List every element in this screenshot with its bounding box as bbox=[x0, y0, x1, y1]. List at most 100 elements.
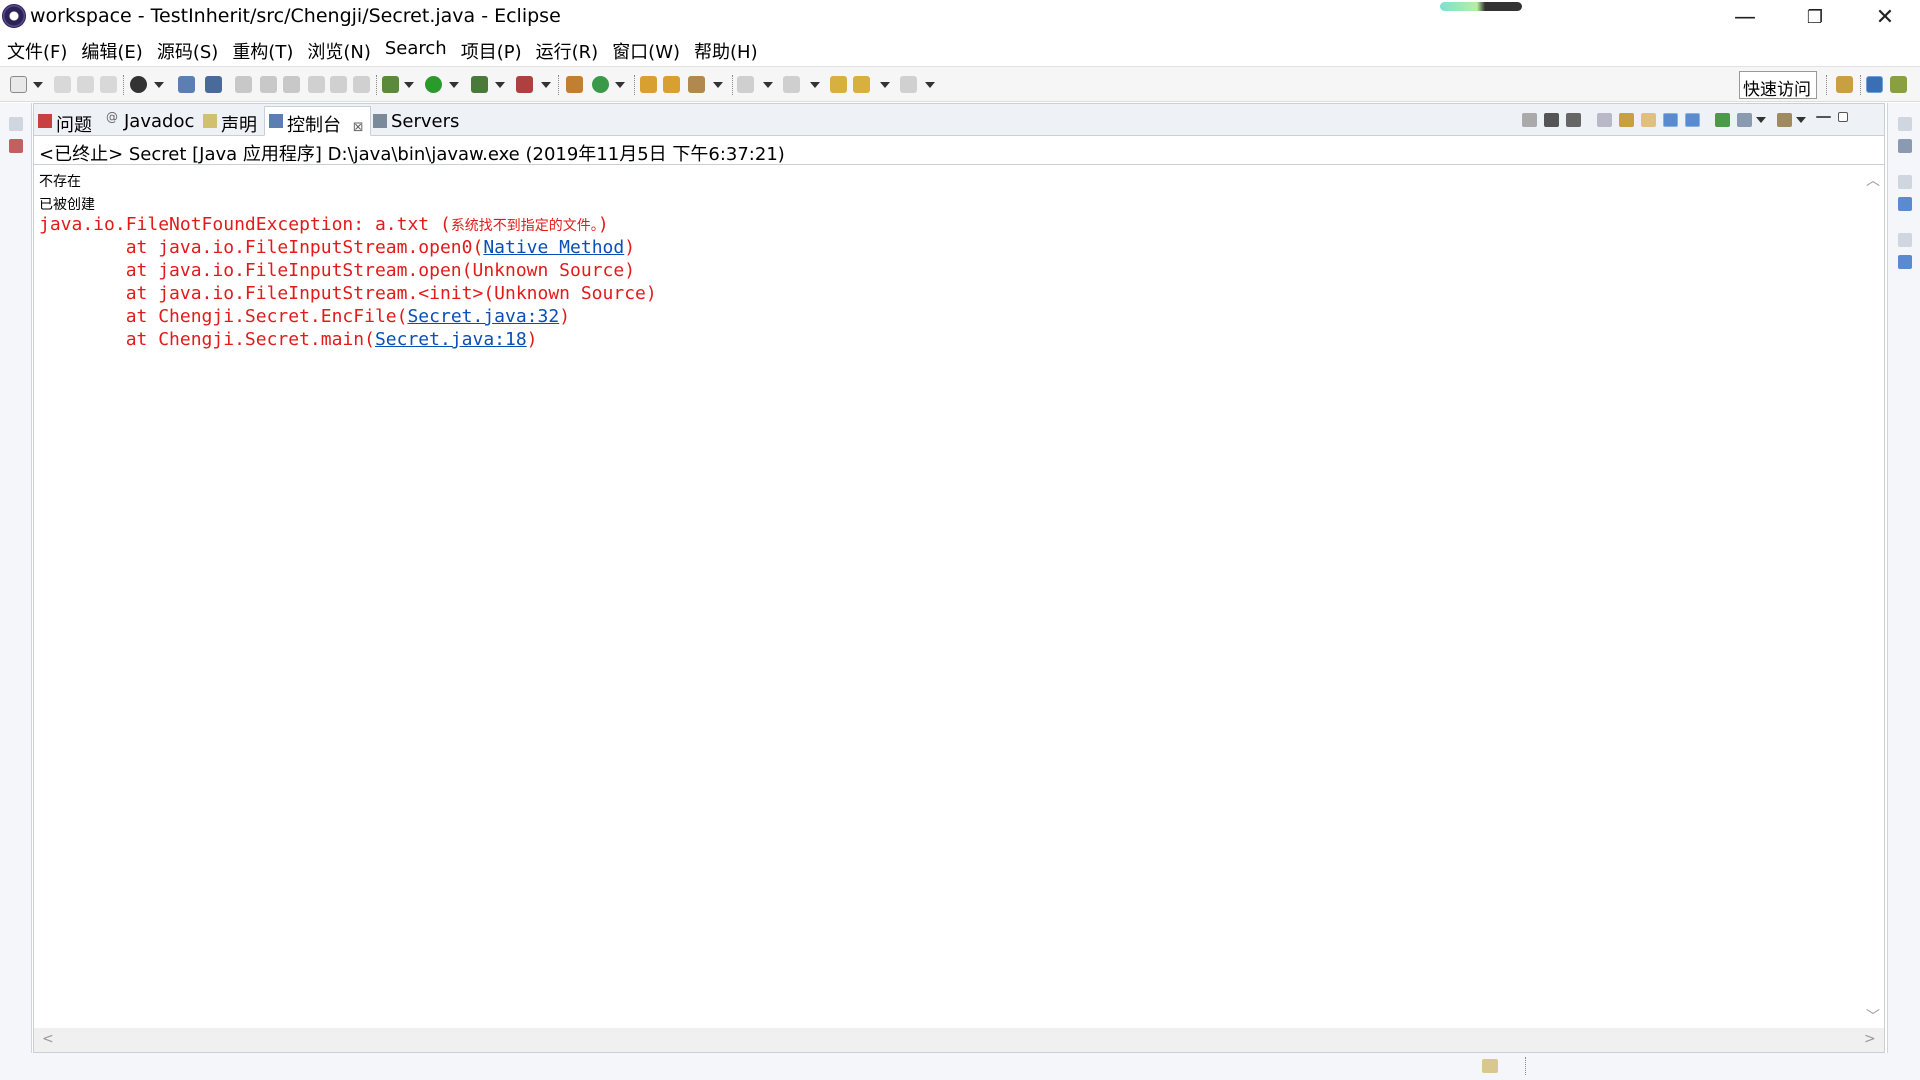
menu-navigate[interactable]: 浏览(N) bbox=[300, 34, 378, 64]
console-icon bbox=[269, 114, 283, 128]
coverage-dropdown-icon[interactable] bbox=[495, 82, 505, 88]
display-console-icon[interactable] bbox=[1737, 113, 1752, 127]
new-dropdown-icon[interactable] bbox=[33, 82, 43, 88]
tab-console[interactable]: 控制台 ⊠ bbox=[264, 106, 371, 136]
new-icon[interactable] bbox=[10, 76, 27, 93]
block-selection-icon[interactable] bbox=[308, 76, 325, 93]
display-console-dropdown-icon[interactable] bbox=[1756, 117, 1766, 123]
heap-status-icon[interactable] bbox=[1482, 1059, 1498, 1073]
word-wrap-icon[interactable] bbox=[1641, 113, 1656, 127]
restore-icon[interactable] bbox=[1898, 233, 1912, 247]
close-button[interactable]: ✕ bbox=[1850, 0, 1920, 34]
close-tab-icon[interactable]: ⊠ bbox=[353, 120, 364, 135]
scroll-left-icon[interactable]: < bbox=[42, 1031, 54, 1047]
pin-console-icon[interactable] bbox=[1715, 113, 1730, 127]
outline-icon[interactable] bbox=[1898, 197, 1912, 211]
horizontal-scrollbar[interactable]: < > bbox=[34, 1028, 1884, 1052]
stack-frame-text: at Chengji.Secret.main( bbox=[39, 329, 375, 350]
vertical-scrollbar[interactable]: ︿ ﹀ bbox=[1860, 166, 1884, 1028]
last-edit-location-icon[interactable] bbox=[830, 76, 847, 93]
back-dropdown-icon[interactable] bbox=[880, 82, 890, 88]
coverage-icon[interactable] bbox=[471, 76, 488, 93]
next-annotation-icon[interactable] bbox=[260, 76, 277, 93]
prev-edit-dropdown-icon[interactable] bbox=[810, 82, 820, 88]
menu-search[interactable]: Search bbox=[378, 34, 454, 64]
next-edit-icon[interactable] bbox=[737, 76, 754, 93]
menu-project[interactable]: 项目(P) bbox=[454, 34, 529, 64]
package-explorer-icon[interactable] bbox=[9, 139, 23, 153]
toggle-mark-icon[interactable] bbox=[235, 76, 252, 93]
menu-help[interactable]: 帮助(H) bbox=[687, 34, 765, 64]
menu-source[interactable]: 源码(S) bbox=[150, 34, 225, 64]
stack-frame-link[interactable]: Secret.java:32 bbox=[407, 306, 559, 327]
debug-target-icon[interactable] bbox=[130, 76, 147, 93]
forward-dropdown-icon[interactable] bbox=[925, 82, 935, 88]
scroll-up-icon[interactable]: ︿ bbox=[1866, 170, 1880, 190]
run-dropdown-icon[interactable] bbox=[449, 82, 459, 88]
debug-icon[interactable] bbox=[382, 76, 399, 93]
tab-javadoc[interactable]: @ Javadoc bbox=[102, 107, 200, 135]
back-icon[interactable] bbox=[853, 76, 870, 93]
main-toolbar: 快速访问 bbox=[0, 66, 1920, 102]
save-icon[interactable] bbox=[54, 76, 71, 93]
remove-launch-icon[interactable] bbox=[1544, 113, 1559, 127]
scroll-down-icon[interactable]: ﹀ bbox=[1866, 1006, 1880, 1026]
open-task-icon[interactable] bbox=[663, 76, 680, 93]
skip-breakpoints-icon[interactable] bbox=[205, 76, 222, 93]
javadoc-icon: @ bbox=[106, 110, 118, 124]
stack-frame-link[interactable]: Native Method bbox=[483, 237, 624, 258]
show-console-stderr-icon[interactable] bbox=[1685, 113, 1700, 127]
task-list-icon[interactable] bbox=[1898, 139, 1912, 153]
java-perspective-icon[interactable] bbox=[1866, 76, 1883, 93]
minimize-view-icon[interactable] bbox=[1816, 116, 1831, 118]
restore-icon[interactable] bbox=[1898, 175, 1912, 189]
menu-edit[interactable]: 编辑(E) bbox=[74, 34, 149, 64]
search-icon[interactable] bbox=[688, 76, 705, 93]
remove-all-launches-icon[interactable] bbox=[1566, 113, 1581, 127]
quick-access-field[interactable]: 快速访问 bbox=[1739, 71, 1817, 100]
debug-perspective-icon[interactable] bbox=[1890, 76, 1907, 93]
external-tools-dropdown-icon[interactable] bbox=[541, 82, 551, 88]
menu-run[interactable]: 运行(R) bbox=[529, 34, 606, 64]
restore-icon[interactable] bbox=[1898, 117, 1912, 131]
terminal-icon[interactable] bbox=[178, 76, 195, 93]
menu-file[interactable]: 文件(F) bbox=[0, 34, 74, 64]
open-type-icon[interactable] bbox=[640, 76, 657, 93]
next-edit-dropdown-icon[interactable] bbox=[763, 82, 773, 88]
menu-refactor[interactable]: 重构(T) bbox=[225, 34, 300, 64]
tab-servers[interactable]: Servers bbox=[369, 107, 465, 135]
search-dropdown-icon[interactable] bbox=[713, 82, 723, 88]
clear-console-icon[interactable] bbox=[1597, 113, 1612, 127]
word-wrap-icon[interactable] bbox=[330, 76, 347, 93]
open-console-dropdown-icon[interactable] bbox=[1796, 117, 1806, 123]
show-console-stdout-icon[interactable] bbox=[1663, 113, 1678, 127]
print-icon[interactable] bbox=[100, 76, 117, 93]
menu-window[interactable]: 窗口(W) bbox=[605, 34, 687, 64]
prev-edit-icon[interactable] bbox=[783, 76, 800, 93]
new-class-icon[interactable] bbox=[592, 76, 609, 93]
save-all-icon[interactable] bbox=[77, 76, 94, 93]
maximize-view-icon[interactable] bbox=[1838, 112, 1848, 122]
stack-frame-link[interactable]: Secret.java:18 bbox=[375, 329, 527, 350]
run-icon[interactable] bbox=[425, 76, 442, 93]
restore-icon[interactable] bbox=[9, 117, 23, 131]
pilcrow-icon[interactable] bbox=[353, 76, 370, 93]
view-icon[interactable] bbox=[1898, 255, 1912, 269]
restore-button[interactable]: ❐ bbox=[1780, 0, 1850, 34]
terminate-icon[interactable] bbox=[1522, 113, 1537, 127]
open-perspective-icon[interactable] bbox=[1836, 76, 1853, 93]
debug-dropdown-icon[interactable] bbox=[404, 82, 414, 88]
forward-icon[interactable] bbox=[900, 76, 917, 93]
scroll-right-icon[interactable]: > bbox=[1864, 1031, 1876, 1047]
external-tools-icon[interactable] bbox=[516, 76, 533, 93]
show-whitespace-icon[interactable] bbox=[283, 76, 300, 93]
scroll-lock-icon[interactable] bbox=[1619, 113, 1634, 127]
debug-target-dropdown-icon[interactable] bbox=[154, 82, 164, 88]
new-java-project-icon[interactable] bbox=[566, 76, 583, 93]
console-output[interactable]: 不存在 已被创建 java.io.FileNotFoundException: … bbox=[34, 166, 1860, 1028]
minimize-button[interactable]: — bbox=[1710, 0, 1780, 34]
tab-problems[interactable]: 问题 bbox=[34, 107, 98, 136]
tab-declaration[interactable]: 声明 bbox=[199, 107, 263, 136]
open-console-icon[interactable] bbox=[1777, 113, 1792, 127]
new-class-dropdown-icon[interactable] bbox=[615, 82, 625, 88]
